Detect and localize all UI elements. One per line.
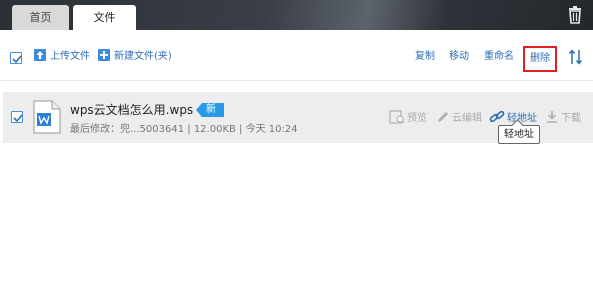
- tab-home[interactable]: 首页: [12, 5, 69, 30]
- tab-files[interactable]: 文件: [73, 5, 136, 30]
- file-checkbox[interactable]: [11, 111, 23, 123]
- upload-file-label: 上传文件: [50, 51, 90, 62]
- meta-sep: |: [184, 124, 194, 135]
- file-name[interactable]: wps云文档怎么用.wps: [70, 101, 193, 118]
- link-tooltip: 轻地址: [498, 125, 540, 144]
- meta-prefix: 最后修改：: [70, 124, 120, 135]
- plus-icon: [98, 49, 110, 61]
- meta-modifier: 兜...5003641: [120, 124, 185, 135]
- upload-file-button[interactable]: 上传文件: [34, 48, 90, 66]
- pencil-icon: [438, 112, 448, 122]
- top-bar: 首页 文件: [0, 0, 593, 30]
- sort-icon[interactable]: [568, 48, 584, 66]
- wps-file-icon: [33, 100, 61, 134]
- cloud-edit-button[interactable]: 云编辑: [436, 110, 482, 126]
- meta-time: 今天 10:24: [245, 124, 298, 135]
- cloud-edit-label: 云编辑: [452, 113, 482, 124]
- toolbar: 上传文件 新建文件(夹) 复制 移动 重命名 删除: [0, 40, 593, 74]
- link-icon: [489, 110, 505, 123]
- meta-sep: |: [235, 124, 246, 135]
- meta-size: 12.00KB: [193, 124, 236, 135]
- download-label: 下载: [561, 113, 581, 124]
- delete-button[interactable]: 删除: [523, 46, 557, 72]
- trash-icon[interactable]: [567, 6, 583, 24]
- preview-icon: [389, 110, 405, 124]
- rename-button[interactable]: 重命名: [484, 48, 514, 66]
- move-button[interactable]: 移动: [449, 48, 469, 66]
- select-all-checkbox[interactable]: [10, 52, 22, 64]
- download-icon: [547, 111, 557, 123]
- copy-button[interactable]: 复制: [415, 48, 435, 66]
- preview-label: 预览: [407, 113, 427, 124]
- download-button[interactable]: 下载: [545, 110, 581, 126]
- upload-icon: [34, 49, 46, 61]
- new-folder-button[interactable]: 新建文件(夹): [98, 48, 172, 66]
- file-meta: 最后修改：兜...5003641 | 12.00KB | 今天 10:24: [70, 120, 298, 135]
- preview-button[interactable]: 预览: [389, 110, 427, 126]
- toolbar-divider: [0, 80, 593, 81]
- new-badge: 新: [196, 103, 224, 117]
- link-label: 轻地址: [507, 113, 537, 124]
- new-folder-label: 新建文件(夹): [114, 51, 172, 62]
